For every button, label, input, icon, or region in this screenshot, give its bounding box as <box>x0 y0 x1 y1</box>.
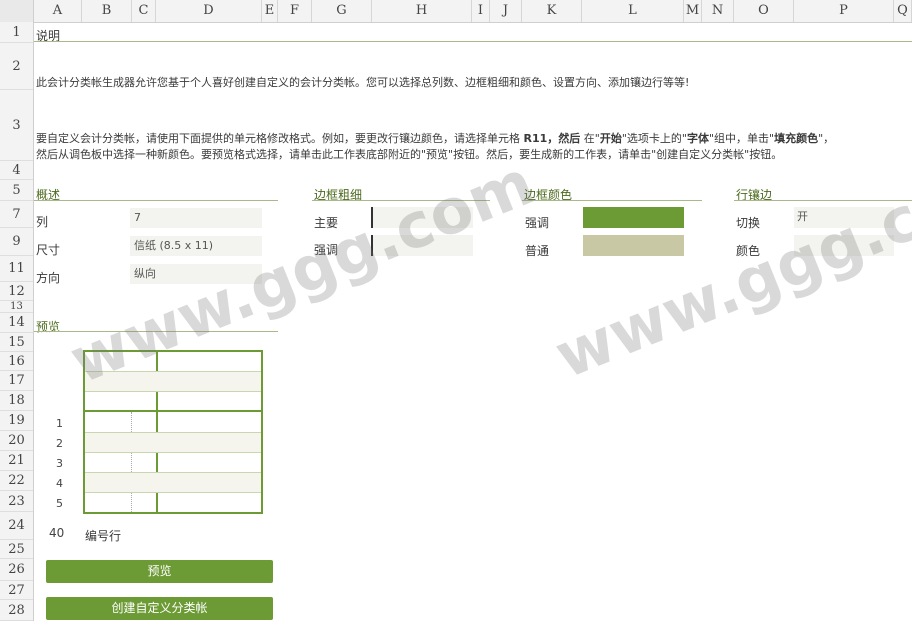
column-header[interactable]: D <box>156 0 262 22</box>
instruction-line-1: 要自定义会计分类帐，请使用下面提供的单元格修改格式。例如，要更改行镶边颜色，请选… <box>36 132 835 145</box>
columns-label: 列 <box>36 215 49 229</box>
row-header[interactable]: 19 <box>0 411 33 431</box>
column-header[interactable]: C <box>132 0 156 22</box>
preview-band <box>85 473 261 492</box>
create-ledger-button[interactable]: 创建自定义分类帐 <box>46 597 273 620</box>
row-header[interactable]: 14 <box>0 313 33 333</box>
row-header[interactable]: 5 <box>0 180 33 201</box>
column-header[interactable]: G <box>312 0 372 22</box>
band-color-cell[interactable] <box>794 235 894 256</box>
row-header-bar: 1 2 3 4 5 7 9 11 12 13 14 15 16 17 18 19… <box>0 22 34 621</box>
main-border-label: 主要 <box>314 216 339 230</box>
border-thickness-underline <box>312 200 490 201</box>
column-header[interactable]: K <box>522 0 582 22</box>
title-underline <box>34 41 912 42</box>
preview-row-number: 2 <box>56 437 63 450</box>
numbered-rows-label: 编号行 <box>85 529 122 543</box>
row-header[interactable]: 16 <box>0 352 33 371</box>
column-header[interactable]: A <box>34 0 82 22</box>
preview-button[interactable]: 预览 <box>46 560 273 583</box>
row-header[interactable]: 12 <box>0 282 33 301</box>
overview-underline <box>34 200 278 201</box>
column-header[interactable]: Q <box>894 0 912 22</box>
accent-color-swatch[interactable] <box>583 207 684 228</box>
watermark: www.ggg.com <box>545 140 912 393</box>
main-border-cell[interactable] <box>371 207 473 228</box>
toggle-value-cell[interactable]: 开 <box>794 207 894 228</box>
band-color-label: 颜色 <box>736 244 761 258</box>
accent-border-label: 强调 <box>314 243 339 257</box>
preview-row-number: 4 <box>56 477 63 490</box>
preview-header-divider <box>85 410 261 412</box>
column-header[interactable]: M <box>684 0 702 22</box>
normal-color-swatch[interactable] <box>583 235 684 256</box>
column-header[interactable]: L <box>582 0 684 22</box>
size-value-cell[interactable]: 信纸 (8.5 x 11) <box>130 236 262 256</box>
preview-row-number: 3 <box>56 457 63 470</box>
row-header[interactable]: 17 <box>0 371 33 391</box>
column-header[interactable]: E <box>262 0 278 22</box>
row-header[interactable]: 7 <box>0 201 33 228</box>
row-header[interactable]: 2 <box>0 43 33 90</box>
column-header[interactable]: I <box>472 0 490 22</box>
preview-row-line <box>85 492 261 493</box>
row-header[interactable]: 21 <box>0 451 33 471</box>
select-all-corner[interactable] <box>0 0 34 22</box>
row-header[interactable]: 18 <box>0 391 33 411</box>
row-header[interactable]: 3 <box>0 90 33 161</box>
preview-row-line <box>85 452 261 453</box>
size-label: 尺寸 <box>36 243 61 257</box>
row-header[interactable]: 4 <box>0 161 33 180</box>
accent-color-label: 强调 <box>525 216 550 230</box>
row-header[interactable]: 22 <box>0 471 33 491</box>
instruction-line-2: 然后从调色板中选择一种新颜色。要预览格式选择，请单击此工作表底部附近的"预览"按… <box>36 148 783 161</box>
row-header[interactable]: 24 <box>0 512 33 540</box>
row-header[interactable]: 25 <box>0 540 33 559</box>
toggle-label: 切换 <box>736 216 761 230</box>
row-header[interactable]: 23 <box>0 491 33 512</box>
normal-color-label: 普通 <box>525 244 550 258</box>
row-header[interactable]: 11 <box>0 256 33 282</box>
column-header[interactable]: F <box>278 0 312 22</box>
preview-heading: 预览 <box>36 320 61 334</box>
ledger-preview <box>83 350 263 514</box>
columns-value-cell[interactable]: 7 <box>130 208 262 228</box>
row-header[interactable]: 13 <box>0 301 33 313</box>
preview-row-number: 1 <box>56 417 63 430</box>
column-header[interactable]: H <box>372 0 472 22</box>
banded-rows-underline <box>734 200 912 201</box>
row-header[interactable]: 9 <box>0 228 33 256</box>
column-header[interactable]: J <box>490 0 522 22</box>
column-header[interactable]: O <box>734 0 794 22</box>
column-header[interactable]: N <box>702 0 734 22</box>
row-header[interactable]: 26 <box>0 559 33 581</box>
border-color-underline <box>522 200 702 201</box>
orientation-label: 方向 <box>36 271 61 285</box>
preview-band <box>85 372 261 391</box>
intro-text: 此会计分类帐生成器允许您基于个人喜好创建自定义的会计分类帐。您可以选择总列数、边… <box>36 76 690 89</box>
accent-border-cell[interactable] <box>371 235 473 256</box>
orientation-value-cell[interactable]: 纵向 <box>130 264 262 284</box>
column-header-bar: A B C D E F G H I J K L M N O P Q <box>0 0 912 23</box>
row-header[interactable]: 27 <box>0 581 33 600</box>
preview-underline <box>34 331 278 332</box>
row-header[interactable]: 28 <box>0 600 33 621</box>
preview-band <box>85 433 261 452</box>
row-header[interactable]: 20 <box>0 431 33 451</box>
numbered-rows-count[interactable]: 40 <box>49 526 64 540</box>
row-header[interactable]: 1 <box>0 22 33 43</box>
row-header[interactable]: 15 <box>0 333 33 352</box>
column-header[interactable]: B <box>82 0 132 22</box>
preview-row-number: 5 <box>56 497 63 510</box>
preview-row-line <box>85 391 261 392</box>
preview-dotted-divider <box>131 412 132 512</box>
column-header[interactable]: P <box>794 0 894 22</box>
